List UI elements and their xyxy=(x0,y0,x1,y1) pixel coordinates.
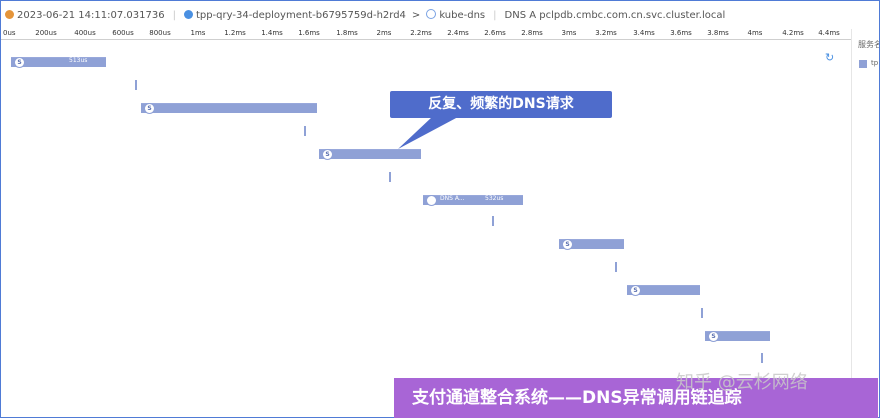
annotation-callout: 反复、频繁的DNS请求 xyxy=(390,91,612,118)
service-badge-icon: S xyxy=(630,285,641,296)
legend-item[interactable]: tp xyxy=(871,59,878,67)
legend-swatch xyxy=(859,60,867,68)
span-connector xyxy=(615,262,617,272)
legend-title: 服务名 xyxy=(858,40,880,49)
span-operation: DNS A... xyxy=(440,195,465,202)
legend-panel: 服务名 tp xyxy=(851,29,880,417)
service-badge-icon: S xyxy=(322,149,333,160)
trace-span[interactable]: S xyxy=(141,103,317,114)
span-connector xyxy=(492,216,494,226)
service-badge-icon xyxy=(426,195,437,206)
trace-window: 2023-06-21 14:11:07.031736 | tpp-qry-34-… xyxy=(0,0,880,418)
trace-span[interactable]: DNS A... 532us xyxy=(423,195,523,206)
span-duration: 513us xyxy=(69,57,88,64)
trace-span[interactable]: S 513us xyxy=(11,57,106,68)
span-connector xyxy=(701,308,703,318)
service-badge-icon: S xyxy=(144,103,155,114)
span-connector xyxy=(304,126,306,136)
trace-span[interactable]: S xyxy=(705,331,770,342)
span-chart: S 513us S S DNS A... 532us S S S xyxy=(1,1,851,417)
trace-span[interactable]: S xyxy=(319,149,421,160)
trace-span[interactable]: S xyxy=(627,285,700,296)
service-badge-icon: S xyxy=(14,57,25,68)
refresh-icon[interactable]: ↻ xyxy=(825,51,834,64)
service-badge-icon: S xyxy=(708,331,719,342)
watermark: 知乎 @云杉网络 xyxy=(676,372,808,393)
span-duration: 532us xyxy=(485,195,504,202)
span-connector xyxy=(389,172,391,182)
span-connector xyxy=(135,80,137,90)
trace-span[interactable]: S xyxy=(559,239,624,250)
span-connector xyxy=(761,353,763,363)
service-badge-icon: S xyxy=(562,239,573,250)
